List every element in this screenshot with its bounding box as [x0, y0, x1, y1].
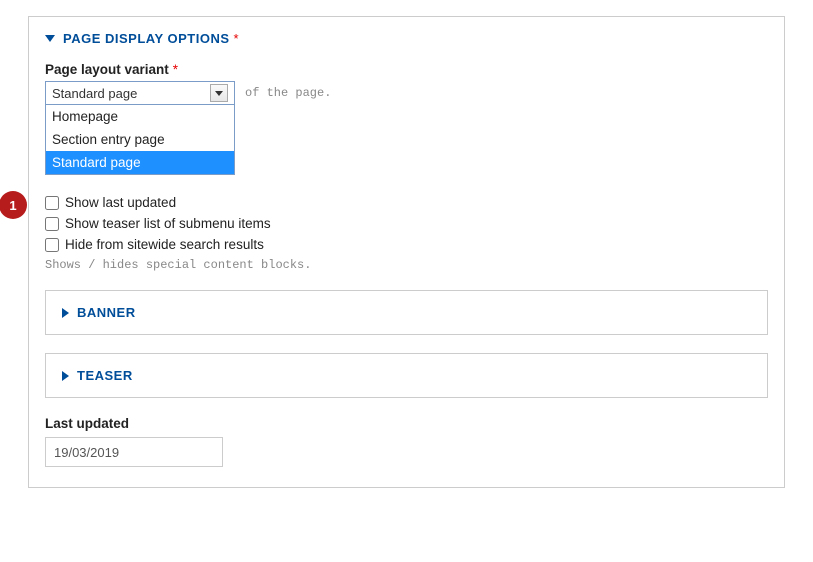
checkbox-show-last-updated-input[interactable] [45, 196, 59, 210]
content-blocks-helper: Shows / hides special content blocks. [45, 258, 768, 272]
section-title: PAGE DISPLAY OPTIONS [63, 31, 230, 46]
checkbox-label: Show last updated [65, 195, 176, 210]
layout-variant-label-text: Page layout variant [45, 62, 169, 77]
banner-panel-title: BANNER [77, 305, 136, 320]
layout-variant-dropdown: Homepage Section entry page Standard pag… [45, 105, 235, 175]
caret-down-icon [45, 35, 55, 42]
caret-right-icon [62, 308, 69, 318]
checkbox-group: Show last updated Show teaser list of su… [45, 195, 768, 272]
checkbox-hide-from-search[interactable]: Hide from sitewide search results [45, 237, 768, 252]
required-marker: * [234, 31, 240, 46]
layout-variant-select-wrap: Standard page Homepage Section entry pag… [45, 81, 235, 105]
caret-down-icon [215, 91, 223, 96]
last-updated-label: Last updated [45, 416, 768, 431]
last-updated-input[interactable] [45, 437, 223, 467]
required-marker: * [173, 62, 178, 77]
teaser-panel[interactable]: TEASER [45, 353, 768, 398]
checkbox-show-last-updated[interactable]: Show last updated [45, 195, 768, 210]
dropdown-option-homepage[interactable]: Homepage [46, 105, 234, 128]
section-header[interactable]: PAGE DISPLAY OPTIONS * [45, 31, 768, 46]
dropdown-arrow-button[interactable] [210, 84, 228, 102]
layout-variant-selected-value: Standard page [52, 86, 137, 101]
layout-variant-select[interactable]: Standard page [45, 81, 235, 105]
page-display-options-panel: 1 PAGE DISPLAY OPTIONS * Page layout var… [28, 16, 785, 488]
checkbox-label: Show teaser list of submenu items [65, 216, 271, 231]
checkbox-show-teaser-list-input[interactable] [45, 217, 59, 231]
dropdown-option-standard-page[interactable]: Standard page [46, 151, 234, 174]
checkbox-label: Hide from sitewide search results [65, 237, 264, 252]
dropdown-option-section-entry[interactable]: Section entry page [46, 128, 234, 151]
checkbox-show-teaser-list[interactable]: Show teaser list of submenu items [45, 216, 768, 231]
layout-variant-helper: of the page. [245, 86, 331, 100]
banner-panel[interactable]: BANNER [45, 290, 768, 335]
checkbox-hide-from-search-input[interactable] [45, 238, 59, 252]
caret-right-icon [62, 371, 69, 381]
step-badge: 1 [0, 191, 27, 219]
layout-variant-label: Page layout variant * [45, 62, 768, 77]
teaser-panel-title: TEASER [77, 368, 133, 383]
